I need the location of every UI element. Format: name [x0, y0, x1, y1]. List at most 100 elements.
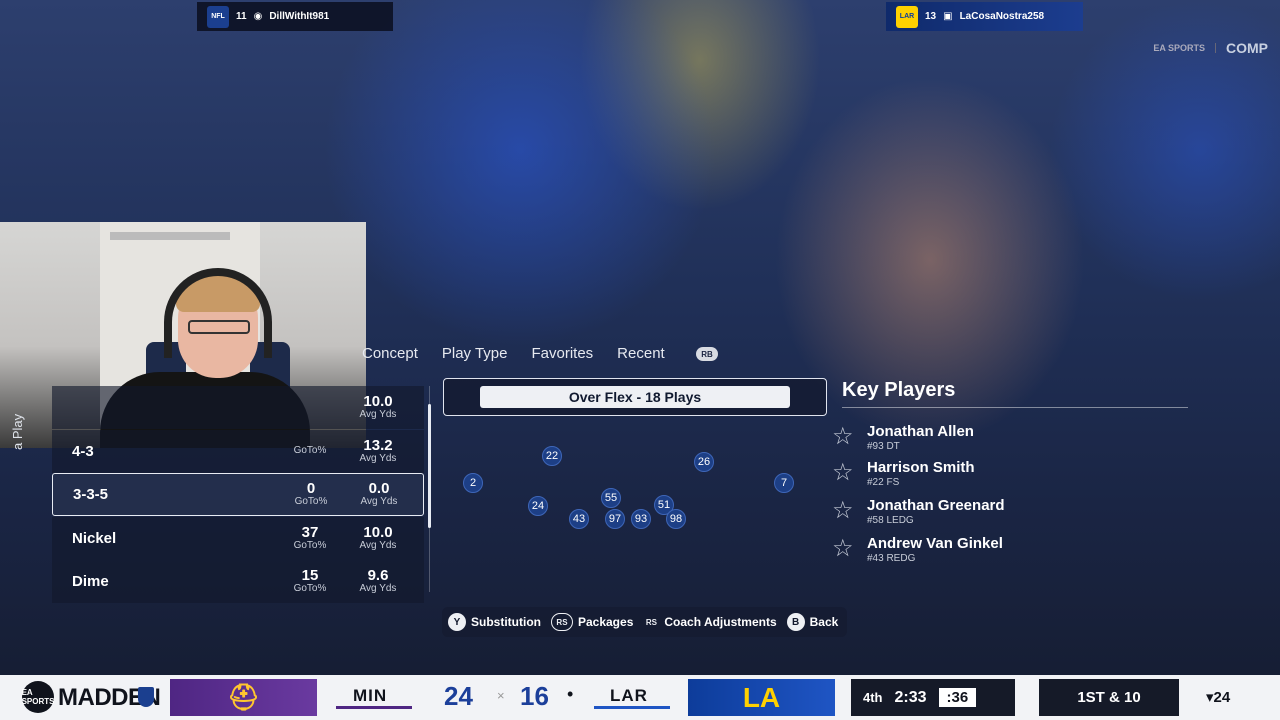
- avg-yds-stat: 13.2 Avg Yds: [359, 436, 397, 464]
- player-dot: 7: [774, 473, 794, 493]
- key-player-item: ☆ Harrison Smith #22 FS: [832, 459, 1172, 495]
- vikings-helmet-icon: ⛑: [226, 682, 260, 712]
- possession-indicator: •: [567, 684, 574, 704]
- back-control[interactable]: B Back: [786, 613, 839, 631]
- rams-la-logo-icon: LA: [742, 681, 781, 713]
- nfl-logo-icon: NFL: [207, 5, 229, 28]
- goto-stat: GoTo%: [293, 445, 327, 456]
- playset-title: Over Flex - 18 Plays: [480, 386, 790, 408]
- comp-mode-label: COMP: [1226, 40, 1268, 56]
- key-player-position: #43 REDG: [867, 553, 916, 564]
- avg-yds-stat: 10.0 Avg Yds: [359, 523, 397, 551]
- goto-stat: 15 GoTo%: [293, 567, 327, 594]
- rs-button-icon: RS: [550, 613, 573, 631]
- key-player-name: Harrison Smith: [867, 459, 975, 476]
- goto-stat: 0 GoTo%: [294, 480, 328, 507]
- key-players-divider: [842, 407, 1188, 408]
- player-dot: 97: [605, 509, 625, 529]
- key-player-position: #22 FS: [867, 477, 900, 488]
- webcam-background-shelf: [110, 232, 230, 240]
- star-icon: ☆: [832, 497, 854, 524]
- home-rank: 13: [925, 11, 937, 22]
- star-icon: ☆: [832, 459, 854, 486]
- away-team-underline: [336, 706, 412, 709]
- away-team-chip: NFL 11 ◉ DillWithIt981: [197, 2, 393, 31]
- coach-adjustments-label: Coach Adjustments: [664, 615, 777, 629]
- y-button-icon: Y: [448, 613, 466, 631]
- away-gamertag: DillWithIt981: [269, 11, 330, 22]
- console-icon: ▣: [943, 11, 953, 22]
- ea-controller-icon: ◉: [253, 11, 263, 22]
- avg-yds-stat: 0.0 Avg Yds: [360, 480, 398, 507]
- key-player-name: Andrew Van Ginkel: [867, 535, 1003, 552]
- packages-control[interactable]: RS Packages: [550, 613, 634, 631]
- down-distance-box: 1ST & 10: [1039, 679, 1179, 716]
- formation-row[interactable]: Nickel 37 GoTo% 10.0 Avg Yds: [52, 516, 424, 560]
- home-team-underline: [594, 706, 670, 709]
- player-dot: 43: [569, 509, 589, 529]
- quarter: 4th: [863, 690, 883, 705]
- rb-button-icon[interactable]: RB: [696, 347, 718, 361]
- ea-sports-logo-icon: EA SPORTS: [22, 681, 54, 713]
- player-dot: 24: [528, 496, 548, 516]
- tab-recent[interactable]: Recent: [617, 345, 665, 362]
- tab-concept[interactable]: Concept: [362, 345, 418, 362]
- rams-logo-icon: LAR: [896, 5, 918, 28]
- home-gamertag: LaCosaNostra258: [959, 11, 1045, 22]
- back-label: Back: [809, 615, 839, 629]
- ball-on-yardline: ▾24: [1206, 689, 1231, 706]
- b-button-icon: B: [786, 613, 805, 631]
- key-player-name: Jonathan Greenard: [867, 497, 1005, 514]
- ea-sports-mini-logo: EA SPORTS: [1153, 43, 1216, 53]
- player-dot: 93: [631, 509, 651, 529]
- tab-play-type[interactable]: Play Type: [442, 345, 508, 362]
- tab-favorites[interactable]: Favorites: [531, 345, 593, 362]
- player-dot: 22: [542, 446, 562, 466]
- key-player-name: Jonathan Allen: [867, 423, 974, 440]
- formation-list-scrollbar[interactable]: [428, 404, 431, 528]
- substitution-control[interactable]: Y Substitution: [448, 613, 541, 631]
- game-clock: 2:33: [894, 688, 927, 706]
- formation-row[interactable]: Dime 15 GoTo% 9.6 Avg Yds: [52, 560, 424, 603]
- formation-row[interactable]: 4-3 GoTo% 13.2 Avg Yds: [52, 429, 424, 473]
- rams-logo-block: LA: [688, 679, 835, 716]
- controller-hint-bar: Y Substitution RS Packages RS Coach Adju…: [442, 607, 847, 637]
- game-clock-box: 4th 2:33 :36: [851, 679, 1015, 716]
- ea-comp-badge: EA SPORTS COMP: [1153, 40, 1268, 56]
- score-separator: ×: [497, 688, 505, 703]
- avg-yds-stat: 10.0 Avg Yds: [359, 393, 397, 420]
- player-dot: 26: [694, 452, 714, 472]
- glasses-icon: [188, 320, 250, 334]
- formation-row[interactable]: 10.0 Avg Yds: [52, 386, 424, 429]
- formation-row-selected[interactable]: 3-3-5 0 GoTo% 0.0 Avg Yds: [52, 473, 424, 516]
- home-team-abbr: LAR: [610, 686, 648, 705]
- rs-press-icon: RS: [645, 617, 657, 627]
- star-icon: ☆: [832, 535, 854, 562]
- goto-stat: 37 GoTo%: [293, 523, 327, 551]
- coach-adjustments-control[interactable]: RS Coach Adjustments: [643, 615, 777, 629]
- key-player-item: ☆ Jonathan Greenard #58 LEDG: [832, 497, 1172, 533]
- player-dot: 2: [463, 473, 483, 493]
- formation-name: Nickel: [72, 529, 117, 547]
- substitution-label: Substitution: [471, 615, 541, 629]
- play-browse-tabs: Concept Play Type Favorites Recent: [362, 345, 665, 362]
- key-player-position: #93 DT: [867, 441, 900, 452]
- play-clock: :36: [938, 688, 977, 707]
- key-players-title: Key Players: [842, 379, 956, 401]
- player-dot: 55: [601, 488, 621, 508]
- avg-yds-stat: 9.6 Avg Yds: [359, 567, 397, 594]
- home-team-chip: LAR 13 ▣ LaCosaNostra258: [886, 2, 1083, 31]
- away-team-abbr: MIN: [353, 686, 388, 705]
- formation-name: 4-3: [72, 442, 94, 460]
- key-player-item: ☆ Jonathan Allen #93 DT: [832, 423, 1172, 459]
- packages-label: Packages: [577, 615, 634, 629]
- star-icon: ☆: [832, 423, 854, 450]
- key-player-position: #58 LEDG: [867, 515, 914, 526]
- playset-card[interactable]: Over Flex - 18 Plays: [443, 378, 827, 416]
- vikings-logo-block: ⛑: [170, 679, 317, 716]
- formation-name: Dime: [72, 573, 109, 590]
- down-distance: 1ST & 10: [1077, 689, 1141, 706]
- key-player-item: ☆ Andrew Van Ginkel #43 REDG: [832, 535, 1172, 571]
- formation-name: 3-3-5: [73, 486, 109, 503]
- away-score: 24: [444, 681, 473, 711]
